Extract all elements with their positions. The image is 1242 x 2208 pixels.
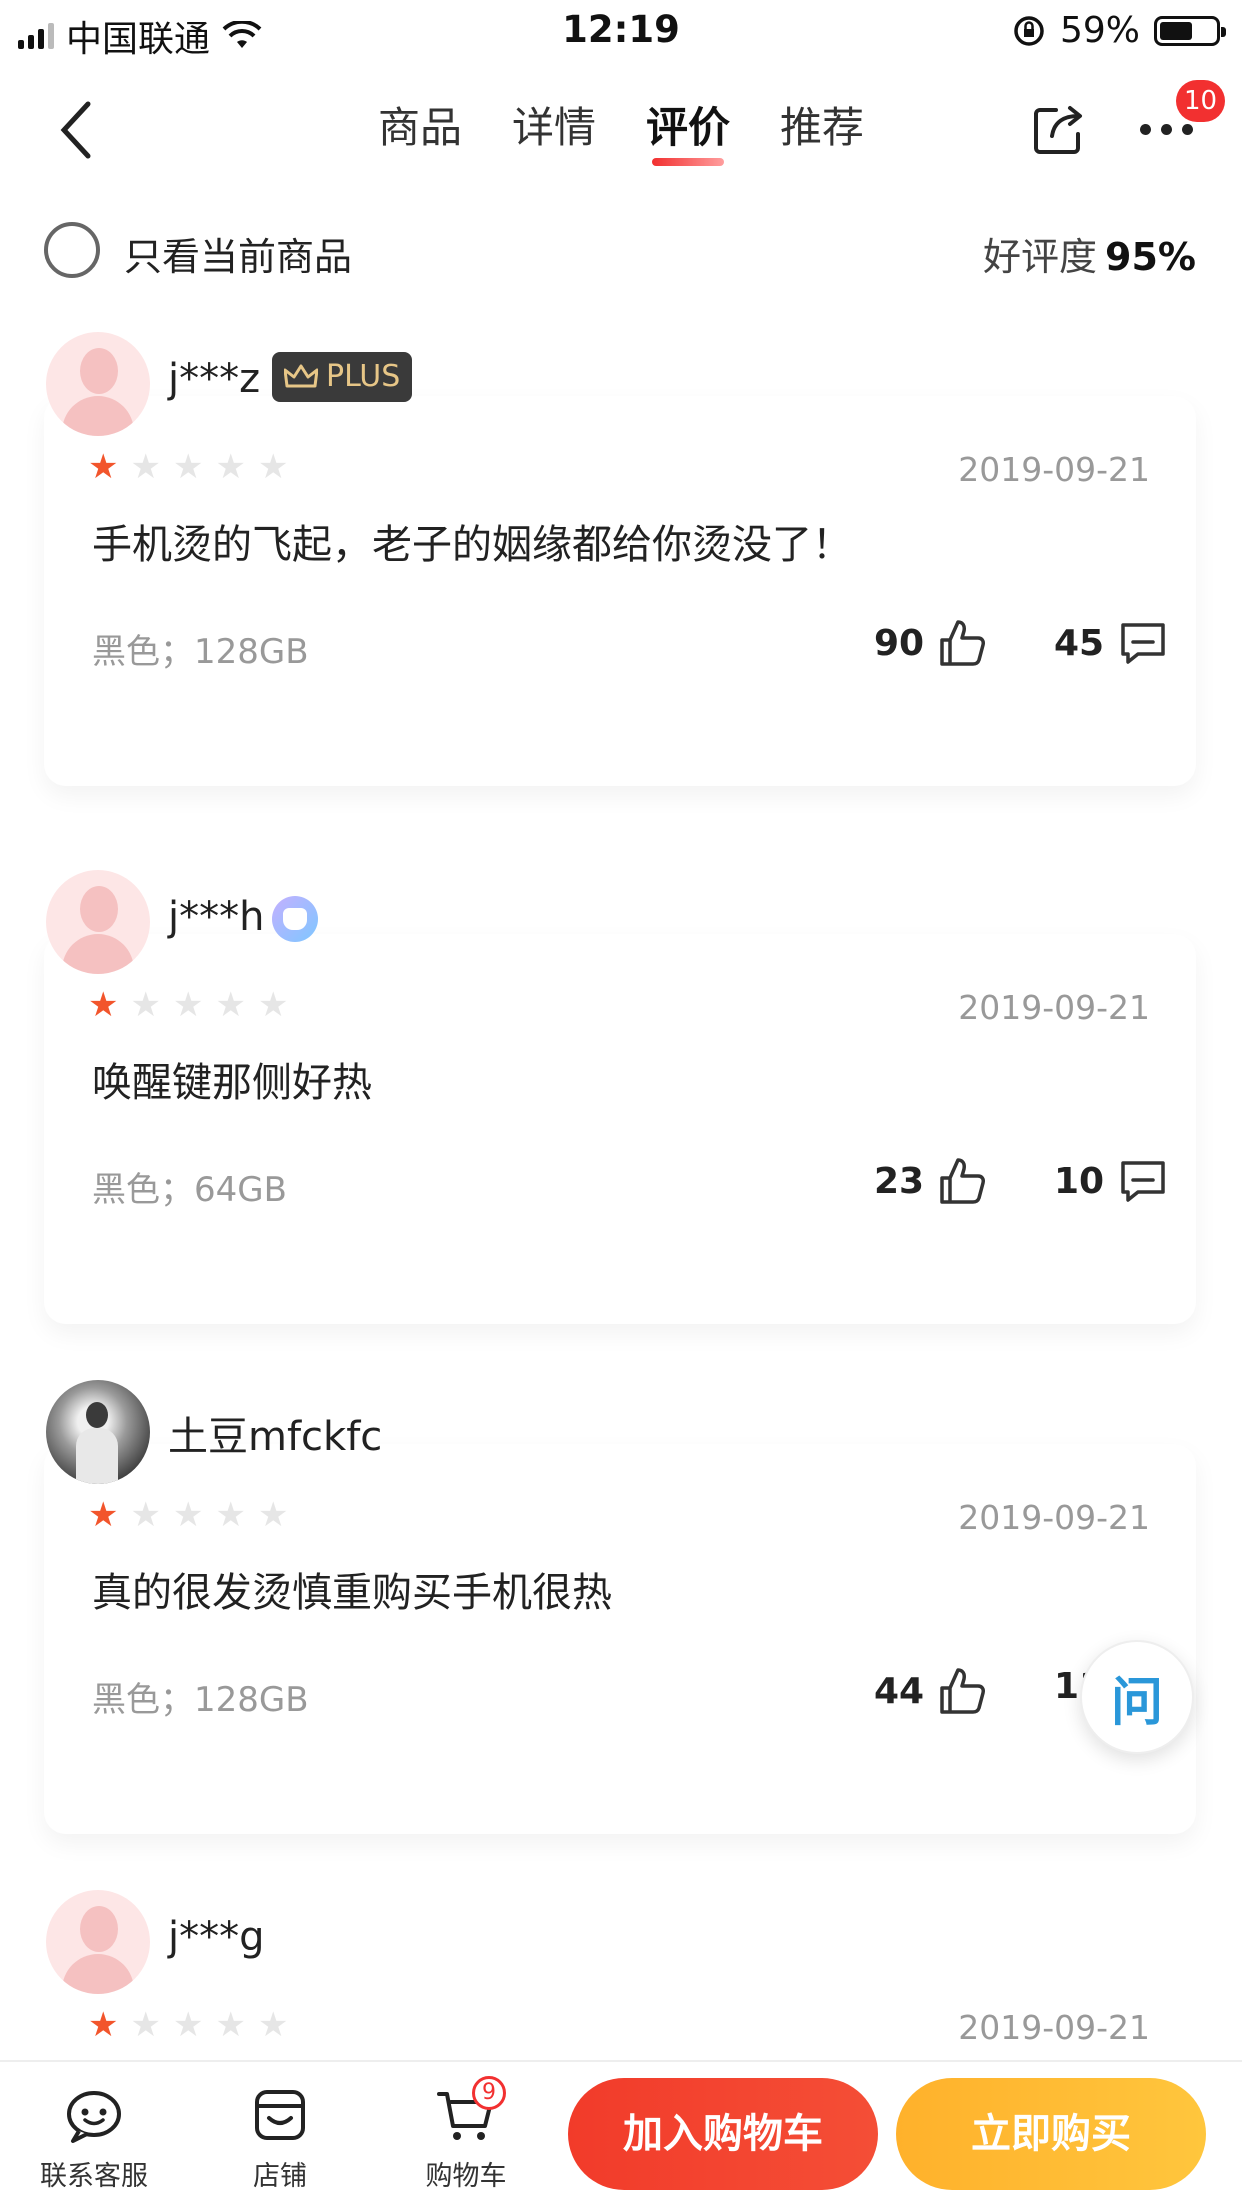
review-text: 手机烫的飞起，老子的姻缘都给你烫没了！ xyxy=(92,522,852,568)
review-text: 唤醒键那侧好热 xyxy=(92,1060,372,1106)
current-product-only-radio[interactable] xyxy=(44,222,100,278)
star-icon: ★ xyxy=(130,447,161,487)
review-text: 真的很发烫慎重购买手机很热 xyxy=(92,1570,612,1616)
tab-product[interactable]: 商品 xyxy=(378,98,462,158)
tab-recommend[interactable]: 推荐 xyxy=(780,98,864,158)
plus-member-badge: PLUS xyxy=(272,352,413,402)
reviewer-name[interactable]: j***z xyxy=(168,356,260,402)
like-button[interactable]: 44 xyxy=(874,1666,986,1716)
star-icon: ★ xyxy=(130,985,161,1025)
thumbs-up-icon xyxy=(940,1668,986,1714)
cart-label: 购物车 xyxy=(425,2161,507,2192)
star-rating: ★ ★ ★ ★ ★ xyxy=(88,1498,288,1532)
comment-count: 45 xyxy=(1054,622,1105,664)
star-icon: ★ xyxy=(215,2005,246,2045)
like-button[interactable]: 23 xyxy=(874,1156,986,1206)
comment-button[interactable]: 45 xyxy=(1054,618,1168,668)
positive-rate: 好评度 95% xyxy=(983,226,1196,281)
plus-label: PLUS xyxy=(326,359,401,394)
review-date: 2019-09-21 xyxy=(958,1498,1150,1537)
product-spec: 黑色；64GB xyxy=(92,1170,287,1210)
cart-button[interactable]: 9 购物车 xyxy=(396,2076,536,2193)
comment-icon xyxy=(1121,623,1165,664)
review-date: 2019-09-21 xyxy=(958,450,1150,489)
tab-reviews[interactable]: 评价 xyxy=(646,98,730,166)
comment-icon xyxy=(1121,1161,1165,1202)
review-date: 2019-09-21 xyxy=(958,2008,1150,2047)
status-right: 59% xyxy=(1012,10,1226,51)
top-nav: 商品 详情 评价 推荐 10 xyxy=(0,62,1242,192)
star-icon: ★ xyxy=(215,447,246,487)
avatar[interactable] xyxy=(46,1890,150,1994)
star-icon: ★ xyxy=(130,1495,161,1535)
ask-question-button[interactable]: 问 xyxy=(1080,1640,1194,1754)
reviewer-name[interactable]: j***g xyxy=(168,1914,265,1960)
reviewer-name[interactable]: 土豆mfckfc xyxy=(168,1404,382,1462)
positive-rate-label: 好评度 xyxy=(983,235,1098,279)
cart-count-badge: 9 xyxy=(472,2076,506,2110)
star-icon: ★ xyxy=(88,2005,119,2045)
customer-service-button[interactable]: 联系客服 xyxy=(24,2084,164,2193)
star-icon: ★ xyxy=(257,985,289,1025)
battery-icon xyxy=(1154,15,1226,46)
star-icon: ★ xyxy=(172,985,204,1025)
review-date: 2019-09-21 xyxy=(958,988,1150,1027)
filter-row: 只看当前商品 好评度 95% xyxy=(0,196,1242,306)
positive-rate-value: 95% xyxy=(1105,235,1196,279)
buy-now-button[interactable]: 立即购买 xyxy=(896,2078,1206,2190)
thumbs-up-icon xyxy=(940,1158,986,1204)
tab-details[interactable]: 详情 xyxy=(512,98,596,158)
star-icon: ★ xyxy=(172,1495,204,1535)
star-icon: ★ xyxy=(257,1495,289,1535)
like-count: 90 xyxy=(874,622,925,664)
star-icon: ★ xyxy=(88,985,119,1025)
star-icon: ★ xyxy=(257,2005,289,2045)
share-icon[interactable] xyxy=(1030,100,1088,158)
tab-bar: 商品 详情 评价 推荐 xyxy=(378,98,864,166)
star-icon: ★ xyxy=(172,2005,204,2045)
like-button[interactable]: 90 xyxy=(874,618,986,668)
star-icon: ★ xyxy=(215,1495,246,1535)
product-spec: 黑色；128GB xyxy=(92,1680,309,1720)
like-count: 44 xyxy=(874,1670,925,1712)
bottom-action-bar: 联系客服 店铺 9 购物车 加入购物车 立即购买 xyxy=(0,2060,1242,2208)
star-rating: ★ ★ ★ ★ ★ xyxy=(88,988,288,1022)
customer-service-label: 联系客服 xyxy=(40,2161,148,2192)
reviewer-name[interactable]: j***h xyxy=(168,894,264,940)
message-count-badge: 10 xyxy=(1176,80,1226,122)
member-level-icon xyxy=(272,896,318,942)
back-icon[interactable] xyxy=(52,98,106,162)
avatar[interactable] xyxy=(46,870,150,974)
star-icon: ★ xyxy=(215,985,246,1025)
star-icon: ★ xyxy=(88,447,119,487)
battery-percent: 59% xyxy=(1059,10,1140,51)
crown-icon xyxy=(284,364,318,388)
like-count: 23 xyxy=(874,1160,925,1202)
add-to-cart-button[interactable]: 加入购物车 xyxy=(568,2078,878,2190)
shop-icon xyxy=(255,2090,305,2140)
thumbs-up-icon xyxy=(940,620,986,666)
rotation-lock-icon xyxy=(1014,15,1044,46)
star-icon: ★ xyxy=(88,1495,119,1535)
product-spec: 黑色；128GB xyxy=(92,632,309,672)
comment-button[interactable]: 10 xyxy=(1054,1156,1168,1206)
status-bar: 中国联通 12:19 59% xyxy=(0,0,1242,62)
star-icon: ★ xyxy=(257,447,289,487)
current-product-only-label[interactable]: 只看当前商品 xyxy=(124,226,352,281)
star-icon: ★ xyxy=(172,447,204,487)
avatar[interactable] xyxy=(46,332,150,436)
comment-count: 10 xyxy=(1054,1160,1105,1202)
customer-service-icon xyxy=(67,2091,121,2143)
shop-label: 店铺 xyxy=(253,2161,307,2192)
star-icon: ★ xyxy=(130,2005,161,2045)
star-rating: ★ ★ ★ ★ ★ xyxy=(88,450,288,484)
shop-button[interactable]: 店铺 xyxy=(210,2084,350,2193)
avatar[interactable] xyxy=(46,1380,150,1484)
star-rating: ★ ★ ★ ★ ★ xyxy=(88,2008,288,2042)
